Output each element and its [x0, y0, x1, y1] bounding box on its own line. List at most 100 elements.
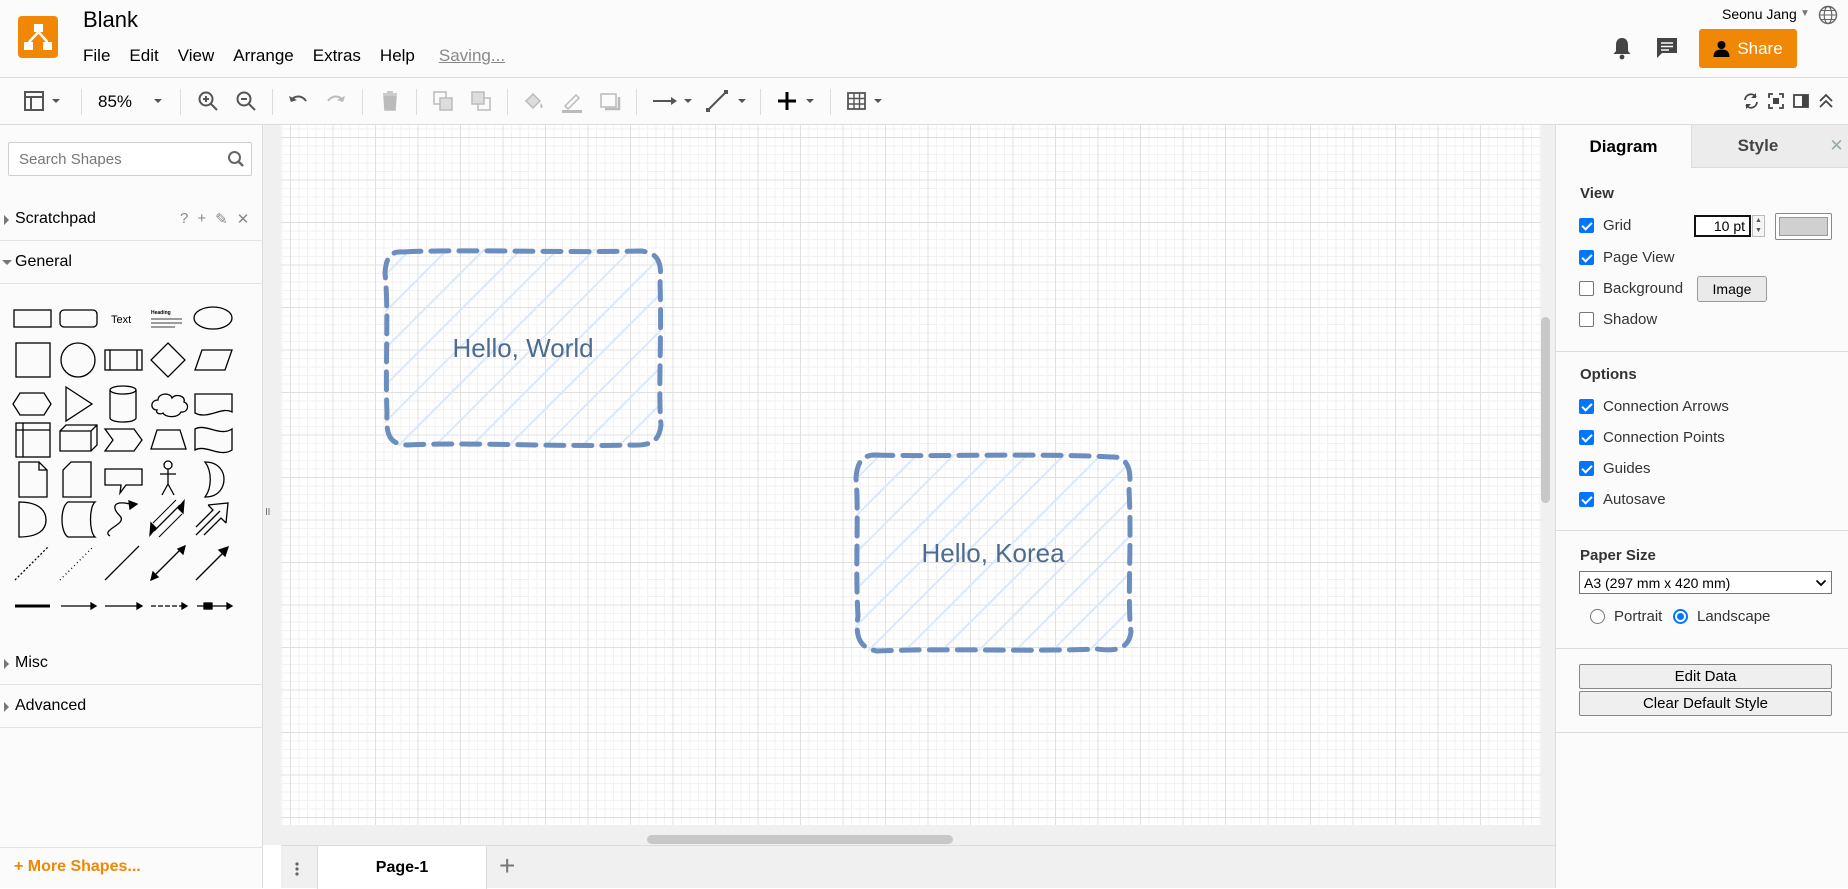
diagram-canvas[interactable]: Hello, World Hello, Korea: [263, 125, 1555, 845]
menu-edit[interactable]: Edit: [129, 46, 158, 66]
user-name[interactable]: Seonu Jang: [1722, 6, 1797, 22]
menu-help[interactable]: Help: [380, 46, 415, 66]
zoom-level[interactable]: 85%: [98, 92, 132, 112]
step-shape[interactable]: [103, 428, 143, 452]
to-back-icon[interactable]: [468, 88, 494, 114]
pages-menu-icon[interactable]: [295, 862, 299, 876]
arrow-shape[interactable]: [195, 502, 229, 536]
diagram-page[interactable]: Hello, World Hello, Korea: [281, 125, 1541, 825]
view-panels-button[interactable]: [22, 88, 66, 114]
parallelogram-shape[interactable]: [194, 349, 233, 371]
scratchpad-section[interactable]: Scratchpad ? + ✎ ✕: [0, 198, 263, 241]
to-front-icon[interactable]: [430, 88, 456, 114]
delete-icon[interactable]: [377, 88, 403, 114]
horizontal-scrollbar[interactable]: [647, 835, 953, 844]
connector-dashed-shape[interactable]: [151, 601, 189, 611]
saving-status[interactable]: Saving...: [439, 46, 505, 66]
fill-color-icon[interactable]: [521, 88, 547, 114]
misc-section[interactable]: Misc: [0, 642, 263, 685]
curve-shape[interactable]: [107, 500, 139, 537]
tab-page-1[interactable]: Page-1: [317, 846, 487, 889]
zoom-dropdown-caret-icon[interactable]: [150, 88, 166, 114]
process-shape[interactable]: [104, 349, 143, 371]
fullscreen-icon[interactable]: [1766, 88, 1786, 114]
menu-extras[interactable]: Extras: [313, 46, 361, 66]
grid-size-stepper[interactable]: ▲ ▼: [1752, 215, 1765, 237]
or-shape[interactable]: [203, 461, 225, 498]
connection-style-button[interactable]: [651, 88, 693, 114]
grid-size-input[interactable]: 10 pt: [1694, 215, 1751, 237]
text-shape[interactable]: Text: [111, 314, 131, 326]
square-shape[interactable]: [15, 342, 51, 378]
menu-arrange[interactable]: Arrange: [233, 46, 293, 66]
tab-style[interactable]: Style: [1691, 125, 1824, 168]
language-globe-icon[interactable]: [1818, 5, 1838, 25]
insert-button[interactable]: [777, 88, 819, 114]
add-page-icon[interactable]: +: [499, 850, 515, 882]
landscape-radio[interactable]: [1673, 609, 1688, 624]
vertical-scrollbar[interactable]: [1541, 317, 1550, 503]
paper-size-select[interactable]: A3 (297 mm x 420 mm): [1579, 571, 1832, 594]
edit-data-button[interactable]: Edit Data: [1579, 664, 1832, 689]
document-title[interactable]: Blank: [83, 7, 138, 33]
undo-icon[interactable]: [285, 88, 311, 114]
menu-view[interactable]: View: [178, 46, 215, 66]
redo-icon[interactable]: [323, 88, 349, 114]
sidebar-resize-handle-icon[interactable]: ॥: [264, 504, 271, 519]
circle-shape[interactable]: [60, 342, 96, 378]
search-shapes-input[interactable]: [17, 150, 217, 169]
background-image-button[interactable]: Image: [1697, 276, 1767, 302]
bidirectional-connector-shape[interactable]: [150, 544, 186, 582]
more-shapes-button[interactable]: + More Shapes...: [0, 847, 263, 888]
help-icon[interactable]: ?: [180, 210, 188, 228]
general-section[interactable]: General: [0, 241, 263, 284]
hexagon-shape[interactable]: [12, 392, 52, 416]
document-shape[interactable]: [194, 393, 233, 416]
directional-connector-shape[interactable]: [195, 545, 230, 581]
trapezoid-shape[interactable]: [150, 429, 187, 450]
page-view-checkbox[interactable]: [1579, 250, 1594, 265]
notifications-bell-icon[interactable]: [1610, 35, 1634, 61]
card-shape[interactable]: [62, 461, 92, 498]
background-checkbox[interactable]: [1579, 281, 1594, 296]
rounded-rectangle-shape[interactable]: [59, 309, 98, 328]
search-icon[interactable]: [227, 150, 245, 168]
data-storage-shape[interactable]: [61, 501, 97, 538]
format-panel-toggle-icon[interactable]: [1791, 88, 1811, 114]
actor-shape[interactable]: [160, 460, 176, 496]
note-shape[interactable]: [18, 461, 48, 498]
callout-shape[interactable]: [104, 468, 143, 496]
ellipse-shape[interactable]: [193, 306, 233, 330]
advanced-section[interactable]: Advanced: [0, 685, 263, 728]
diamond-shape[interactable]: [150, 342, 186, 378]
internal-storage-shape[interactable]: [15, 422, 51, 458]
close-icon[interactable]: ✕: [1824, 125, 1848, 168]
sync-icon[interactable]: [1741, 88, 1761, 114]
waypoints-button[interactable]: [705, 88, 747, 114]
connection-arrows-checkbox[interactable]: [1579, 399, 1594, 414]
collapse-toolbar-icon[interactable]: [1816, 88, 1836, 114]
tab-diagram[interactable]: Diagram: [1556, 125, 1691, 168]
connection-points-checkbox[interactable]: [1579, 430, 1594, 445]
cylinder-shape[interactable]: [109, 385, 137, 423]
bidirectional-arrow-shape[interactable]: [149, 499, 185, 538]
connector-block-shape[interactable]: [197, 601, 234, 611]
shadow-checkbox[interactable]: [1579, 312, 1594, 327]
clear-default-style-button[interactable]: Clear Default Style: [1579, 691, 1832, 716]
edit-pencil-icon[interactable]: ✎: [215, 210, 228, 228]
shadow-icon[interactable]: [597, 88, 623, 114]
line-color-icon[interactable]: [559, 88, 585, 114]
triangle-shape[interactable]: [65, 385, 94, 423]
connector-arrow-shape[interactable]: [61, 601, 98, 611]
zoom-out-icon[interactable]: [233, 88, 259, 114]
portrait-radio[interactable]: [1590, 609, 1605, 624]
guides-checkbox[interactable]: [1579, 461, 1594, 476]
comments-icon[interactable]: [1654, 35, 1680, 61]
tape-shape[interactable]: [194, 426, 233, 454]
autosave-checkbox[interactable]: [1579, 492, 1594, 507]
cube-shape[interactable]: [59, 424, 98, 452]
close-icon[interactable]: ✕: [237, 210, 250, 228]
drawio-logo-icon[interactable]: [18, 16, 58, 58]
share-button[interactable]: Share: [1699, 29, 1797, 68]
delay-shape[interactable]: [18, 501, 47, 538]
